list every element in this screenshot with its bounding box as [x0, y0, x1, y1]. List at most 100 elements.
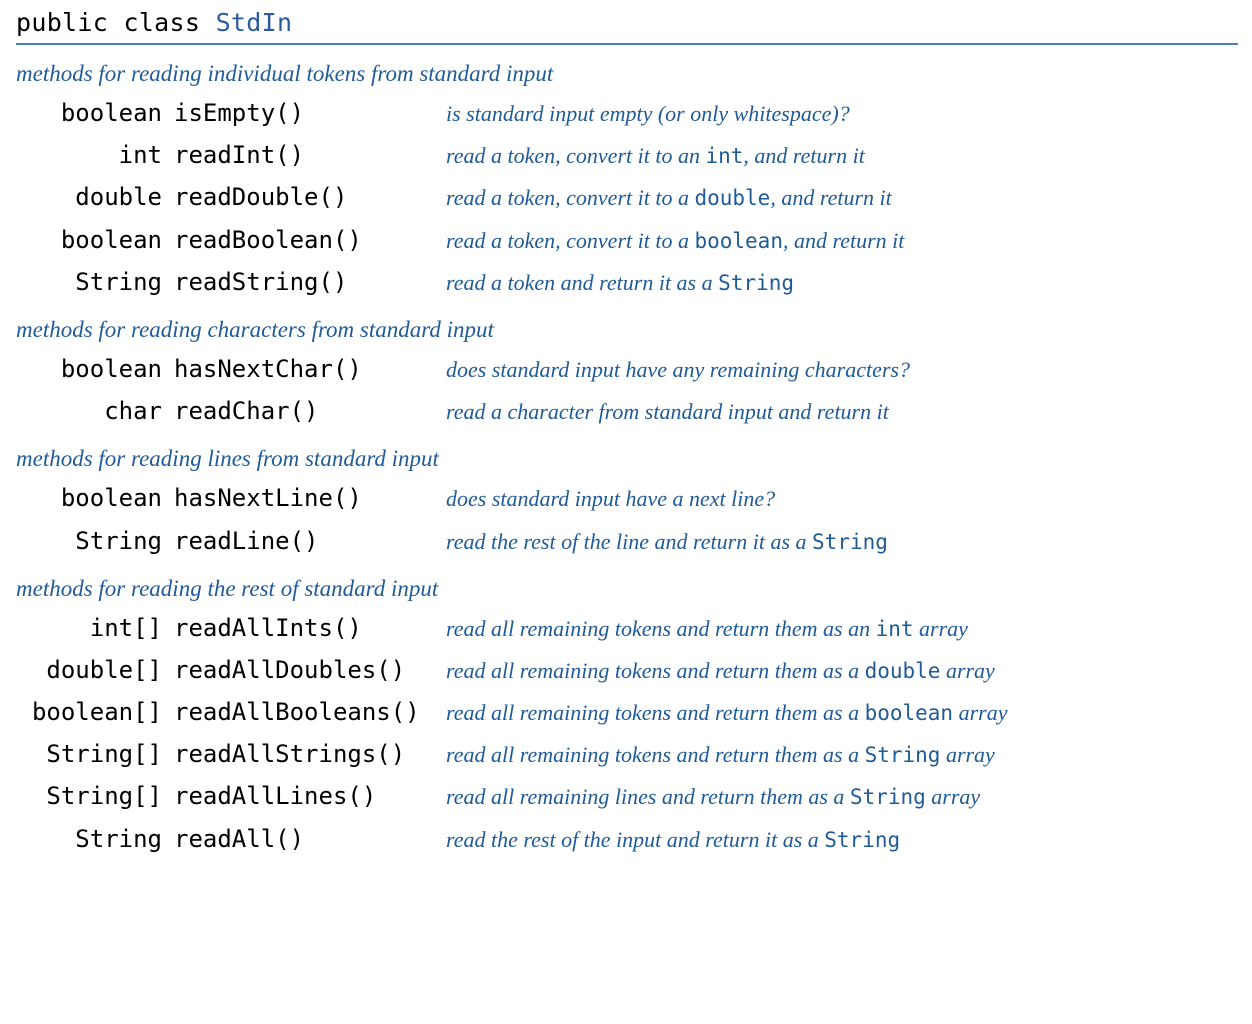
description-text: read all remaining tokens and return the…	[446, 700, 865, 725]
method-description: read all remaining tokens and return the…	[446, 654, 1238, 688]
return-type: String[]	[16, 736, 174, 773]
method-row: booleanreadBoolean()read a token, conver…	[16, 222, 1238, 259]
code-literal: boolean	[694, 229, 783, 253]
sections-container: methods for reading individual tokens fr…	[16, 61, 1238, 858]
method-description: read all remaining tokens and return the…	[446, 612, 1238, 646]
method-name: readAllDoubles()	[174, 652, 446, 689]
description-text: , and return it	[770, 185, 891, 210]
return-type: String	[16, 264, 174, 301]
description-text: read a token, convert it to an	[446, 143, 705, 168]
section-heading: methods for reading lines from standard …	[16, 446, 1238, 472]
description-text: does standard input have a next line?	[446, 486, 775, 511]
method-name: readChar()	[174, 393, 446, 430]
section-heading: methods for reading individual tokens fr…	[16, 61, 1238, 87]
return-type: boolean[]	[16, 694, 174, 731]
code-literal: String	[824, 828, 900, 852]
description-text: read the rest of the line and return it …	[446, 529, 812, 554]
method-description: read a token and return it as a String	[446, 266, 1238, 300]
code-literal: String	[812, 530, 888, 554]
class-keyword: public class	[16, 8, 200, 37]
method-name: isEmpty()	[174, 95, 446, 132]
return-type: char	[16, 393, 174, 430]
description-text: does standard input have any remaining c…	[446, 357, 910, 382]
description-text: array	[926, 784, 980, 809]
code-literal: boolean	[865, 701, 954, 725]
section-heading: methods for reading the rest of standard…	[16, 576, 1238, 602]
method-name: hasNextLine()	[174, 480, 446, 517]
class-header: public class StdIn	[16, 8, 1238, 45]
description-text: read the rest of the input and return it…	[446, 827, 824, 852]
description-text: read a token, convert it to a	[446, 228, 694, 253]
method-name: readString()	[174, 264, 446, 301]
method-row: charreadChar()read a character from stan…	[16, 393, 1238, 430]
description-text: array	[940, 658, 994, 683]
method-name: readDouble()	[174, 179, 446, 216]
method-description: read the rest of the input and return it…	[446, 823, 1238, 857]
method-description: read a token, convert it to an int, and …	[446, 139, 1238, 173]
return-type: double	[16, 179, 174, 216]
method-description: read a character from standard input and…	[446, 395, 1238, 429]
class-name: StdIn	[216, 8, 293, 37]
return-type: int	[16, 137, 174, 174]
method-row: StringreadAll()read the rest of the inpu…	[16, 821, 1238, 858]
method-name: readLine()	[174, 523, 446, 560]
description-text: read all remaining tokens and return the…	[446, 658, 865, 683]
method-description: read all remaining tokens and return the…	[446, 738, 1238, 772]
code-literal: String	[865, 743, 941, 767]
method-description: does standard input have a next line?	[446, 482, 1238, 516]
method-row: doublereadDouble()read a token, convert …	[16, 179, 1238, 216]
description-text: read a character from standard input and…	[446, 399, 889, 424]
return-type: String	[16, 523, 174, 560]
method-description: read all remaining lines and return them…	[446, 780, 1238, 814]
method-row: double[]readAllDoubles()read all remaini…	[16, 652, 1238, 689]
method-description: read all remaining tokens and return the…	[446, 696, 1238, 730]
return-type: String	[16, 821, 174, 858]
method-row: booleanisEmpty()is standard input empty …	[16, 95, 1238, 132]
method-row: StringreadString()read a token and retur…	[16, 264, 1238, 301]
code-literal: String	[718, 271, 794, 295]
method-row: String[]readAllLines()read all remaining…	[16, 778, 1238, 815]
description-text: read all remaining tokens and return the…	[446, 616, 876, 641]
return-type: String[]	[16, 778, 174, 815]
method-description: is standard input empty (or only whitesp…	[446, 97, 1238, 131]
method-name: hasNextChar()	[174, 351, 446, 388]
method-description: read the rest of the line and return it …	[446, 525, 1238, 559]
description-text: array	[953, 700, 1007, 725]
return-type: boolean	[16, 95, 174, 132]
method-row: String[]readAllStrings()read all remaini…	[16, 736, 1238, 773]
description-text: , and return it	[783, 228, 904, 253]
description-text: read all remaining lines and return them…	[446, 784, 850, 809]
method-name: readAllStrings()	[174, 736, 446, 773]
code-literal: String	[850, 785, 926, 809]
code-literal: double	[694, 186, 770, 210]
description-text: read a token, convert it to a	[446, 185, 694, 210]
method-name: readBoolean()	[174, 222, 446, 259]
return-type: double[]	[16, 652, 174, 689]
return-type: boolean	[16, 222, 174, 259]
method-description: does standard input have any remaining c…	[446, 353, 1238, 387]
method-row: intreadInt()read a token, convert it to …	[16, 137, 1238, 174]
method-name: readAllBooleans()	[174, 694, 446, 731]
method-description: read a token, convert it to a double, an…	[446, 181, 1238, 215]
method-row: boolean[]readAllBooleans()read all remai…	[16, 694, 1238, 731]
description-text: is standard input empty (or only whitesp…	[446, 101, 850, 126]
description-text: read a token and return it as a	[446, 270, 718, 295]
description-text: , and return it	[743, 143, 864, 168]
method-row: StringreadLine()read the rest of the lin…	[16, 523, 1238, 560]
method-row: booleanhasNextLine()does standard input …	[16, 480, 1238, 517]
method-row: booleanhasNextChar()does standard input …	[16, 351, 1238, 388]
code-literal: double	[865, 659, 941, 683]
section-heading: methods for reading characters from stan…	[16, 317, 1238, 343]
method-name: readAllLines()	[174, 778, 446, 815]
return-type: boolean	[16, 351, 174, 388]
method-name: readAll()	[174, 821, 446, 858]
description-text: array	[940, 742, 994, 767]
return-type: boolean	[16, 480, 174, 517]
return-type: int[]	[16, 610, 174, 647]
method-name: readAllInts()	[174, 610, 446, 647]
code-literal: int	[876, 617, 914, 641]
method-name: readInt()	[174, 137, 446, 174]
description-text: read all remaining tokens and return the…	[446, 742, 865, 767]
method-row: int[]readAllInts()read all remaining tok…	[16, 610, 1238, 647]
description-text: array	[914, 616, 968, 641]
